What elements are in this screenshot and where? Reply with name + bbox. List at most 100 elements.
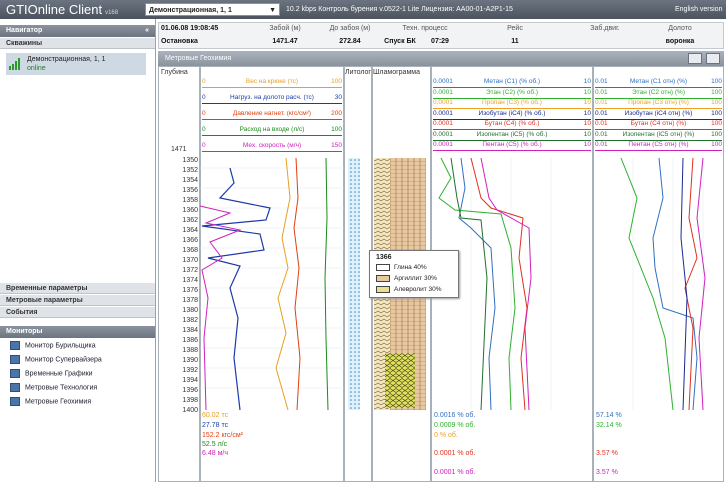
info-value: воронка (665, 38, 695, 45)
current-value: 32.14 % (596, 422, 622, 429)
depth-tick: 1374 (182, 277, 198, 284)
depth-tick: 1386 (182, 337, 198, 344)
layout-grid-button[interactable] (706, 53, 720, 64)
depth-tick: 1350 (182, 157, 198, 164)
depth-tick: 1388 (182, 347, 198, 354)
current-value: 60.02 тс (202, 412, 229, 419)
wells-header[interactable]: Скважины (0, 38, 155, 49)
panel-title: Метровые Геохимия (165, 55, 232, 62)
info-header: До забоя (м) (329, 25, 371, 32)
legend-max: 100 (331, 78, 342, 85)
gas-relative-curves (620, 158, 706, 410)
legend-label: Пентан (C5) (% об.) (482, 141, 542, 148)
monitor-icon (10, 369, 20, 378)
legend-max: 100 (711, 120, 722, 127)
legend-label: Этан (C2) (% об.) (485, 88, 539, 96)
legend-label: Мех. скорость (м/ч) (242, 142, 302, 149)
legend-max: 10 (583, 141, 591, 148)
layout-single-button[interactable] (688, 53, 702, 64)
monitor-icon (10, 397, 20, 406)
tooltip-depth: 1366 (376, 254, 392, 261)
legend-line (595, 150, 722, 151)
legend-label: Давление нагнет. (кгс/см²) (232, 110, 312, 117)
legend-label: Этан (C2 отн) (%) (632, 88, 685, 96)
depth-tick: 1354 (182, 177, 198, 184)
current-value: 0.0001 % об. (434, 469, 476, 476)
legend-max: 150 (331, 142, 342, 149)
drilling-curves (200, 158, 344, 410)
legend-max: 100 (331, 126, 342, 133)
current-value: 0.0016 % об. (434, 412, 476, 419)
legend-line (433, 150, 591, 151)
info-header: Забой (м) (269, 25, 301, 32)
section-meter-params[interactable]: Метровые параметры (0, 295, 155, 306)
monitor-driller[interactable]: Монитор Бурильщика (10, 341, 96, 350)
monitor-supervisor[interactable]: Монитор Супервайзера (10, 355, 102, 364)
depth-tick: 1396 (182, 387, 198, 394)
info-value: Спуск БК (384, 38, 416, 45)
depth-tick: 1382 (182, 317, 198, 324)
tooltip-item: Глина 40% (394, 264, 427, 271)
monitor-meter-tech[interactable]: Метровые Технология (10, 383, 97, 392)
current-value: 6.48 м/ч (202, 450, 228, 457)
collapse-icon[interactable]: « (145, 25, 149, 37)
monitor-icon (10, 355, 20, 364)
legend-max: 10 (583, 130, 591, 138)
depth-tick: 1398 (182, 397, 198, 404)
navigator-header[interactable]: Навигатор « (0, 25, 155, 37)
language-link[interactable]: English version (675, 6, 722, 13)
monitor-label: Временные Графики (25, 370, 93, 378)
legend-label: Вес на крюке (тс) (245, 78, 299, 85)
monitor-label: Метровые Технология (25, 384, 98, 392)
legend-max: 10 (583, 109, 591, 117)
monitor-label: Монитор Бурильщика (25, 342, 96, 350)
depth-tick: 1364 (182, 227, 198, 234)
depth-tick: 1356 (182, 187, 198, 194)
depth-tick: 1392 (182, 367, 198, 374)
info-header: Заб.двиг. (590, 25, 620, 32)
monitor-time-charts[interactable]: Временные Графики (10, 369, 93, 378)
legend-line (202, 151, 342, 152)
legend-label: Пентан (C5 отн) (%) (628, 141, 689, 148)
current-value: 0.0009 % об. (434, 422, 476, 429)
depth-tick: 1372 (182, 267, 198, 274)
status-text: 10.2 kbps Контроль бурения v.0522-1 Lite… (286, 6, 513, 13)
depth-header: Глубина (161, 69, 188, 76)
legend-max: 100 (711, 141, 722, 148)
panel-header (158, 51, 724, 66)
app-title: GTIOnline Client v168 (6, 2, 118, 17)
legend-label: Изопентан (iC5) (% об.) (476, 130, 548, 138)
section-events[interactable]: События (0, 307, 155, 318)
info-date: 01.06.08 19:08:45 (161, 25, 219, 32)
legend-max: 30 (334, 94, 342, 101)
legend-label: Пропан (C3) (% об.) (482, 99, 542, 106)
legend-max: 200 (331, 110, 342, 117)
well-select-value: Демонстрационная, 1, 1 (149, 7, 232, 14)
info-header: Техн. процесс (402, 25, 448, 32)
signal-icon (9, 58, 20, 70)
section-time-params[interactable]: Временные параметры (0, 283, 155, 294)
monitor-meter-geochem[interactable]: Метровые Геохимия (10, 397, 91, 406)
legend-line (202, 103, 342, 104)
legend-label: Бутан (C4 отн) (%) (630, 120, 687, 127)
cuttings-header: Шламограмма (373, 69, 420, 76)
legend-line (202, 119, 342, 120)
depth-tick: 1362 (182, 217, 198, 224)
well-list-item[interactable]: Демонстрационная, 1, 1 online (6, 53, 146, 75)
depth-track (158, 66, 200, 482)
info-state: Остановка (161, 38, 198, 45)
monitor-icon (10, 341, 20, 350)
app-title-text: GTIOnline Client (6, 2, 103, 17)
monitors-header[interactable]: Мониторы (0, 326, 155, 338)
legend-label: Метан (C1 отн) (%) (629, 78, 688, 85)
legend-max: 100 (711, 99, 722, 106)
monitor-label: Метровые Геохимия (25, 398, 92, 406)
well-status: online (27, 65, 46, 72)
gas-curves (438, 158, 552, 410)
depth-tick: 1400 (182, 407, 198, 414)
well-select[interactable]: Демонстрационная, 1, 1 ▼ (145, 3, 280, 16)
lithology-header: Литолог (345, 69, 371, 76)
legend-line (202, 87, 342, 88)
depth-tick: 1390 (182, 357, 198, 364)
depth-tick: 1378 (182, 297, 198, 304)
